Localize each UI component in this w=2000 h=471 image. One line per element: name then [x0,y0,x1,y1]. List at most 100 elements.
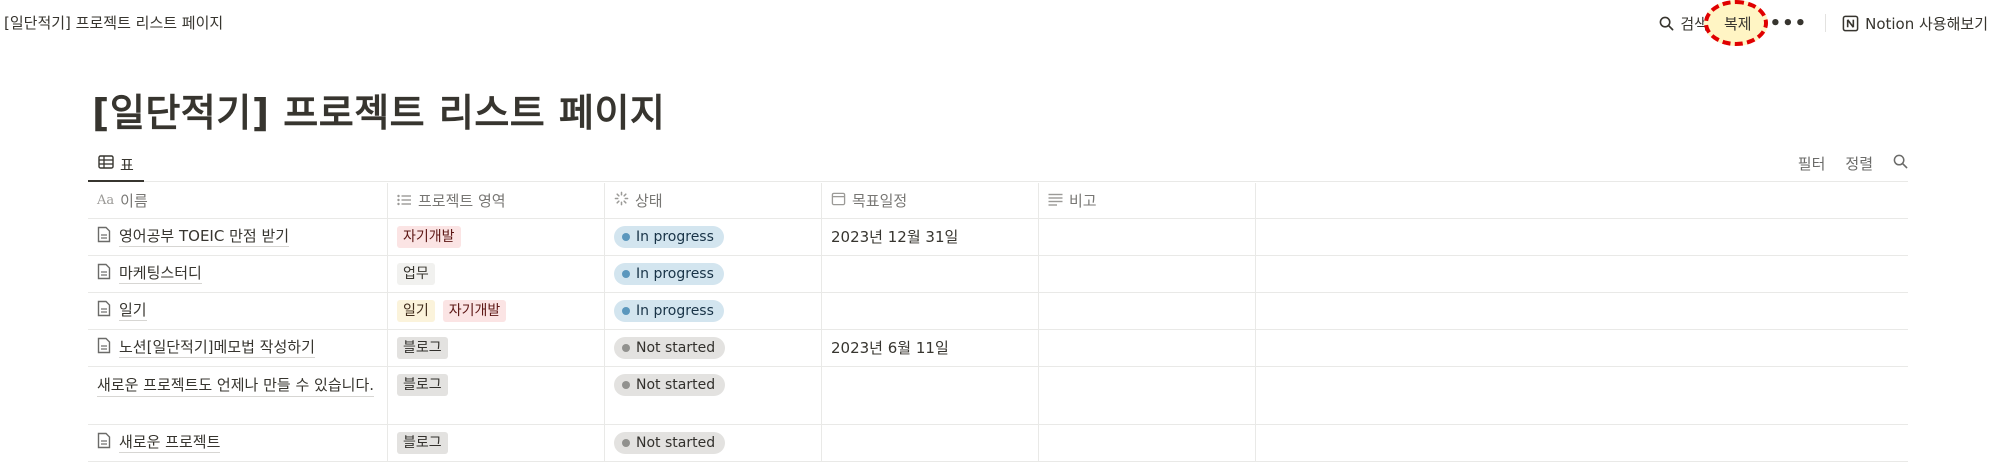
tag-blog: 블로그 [397,337,448,359]
cell-area[interactable]: 일기 자기개발 [388,293,605,329]
status-dot [622,344,630,352]
cell-date[interactable] [822,367,1039,424]
cell-date[interactable] [822,293,1039,329]
cell-name[interactable]: 새로운 프로젝트도 언제나 만들 수 있습니다. [88,367,388,424]
cell-status[interactable]: Not started [605,330,822,366]
tag-self-dev: 자기개발 [442,300,507,322]
cell-name[interactable]: 영어공부 TOEIC 만점 받기 [88,219,388,255]
cell-name[interactable]: 새로운 프로젝트 [88,425,388,461]
cell-status[interactable]: In progress [605,293,822,329]
table-row[interactable]: 새로운 프로젝트 블로그 Not started [88,425,1908,462]
cell-date[interactable]: 2023년 6월 11일 [822,330,1039,366]
cell-note[interactable] [1039,330,1256,366]
table-header: Aa 이름 프로젝트 영역 상태 목표일정 비고 [88,183,1908,219]
status-property-icon [614,191,629,210]
cell-date[interactable]: 2023년 12월 31일 [822,219,1039,255]
status-text: Not started [636,340,716,356]
status-text: In progress [636,266,714,282]
breadcrumb[interactable]: [일단적기] 프로젝트 리스트 페이지 [4,12,223,33]
page-icon [97,300,111,321]
status-badge: In progress [614,300,724,322]
column-header-note[interactable]: 비고 [1039,183,1256,218]
column-header-name[interactable]: Aa 이름 [88,183,388,218]
table-row[interactable]: 마케팅스터디 업무 In progress [88,256,1908,293]
tag-diary: 일기 [397,300,435,322]
notion-logo-icon [1842,15,1859,32]
cell-empty [1256,330,1908,366]
cell-area[interactable]: 블로그 [388,425,605,461]
status-dot [622,381,630,389]
tag-blog: 블로그 [397,432,448,454]
try-notion-button[interactable]: Notion 사용해보기 [1836,11,1994,36]
duplicate-button[interactable]: 복제 [1703,0,1768,46]
column-header-area[interactable]: 프로젝트 영역 [388,183,605,218]
cell-note[interactable] [1039,367,1256,424]
duplicate-label: 복제 [1723,14,1752,33]
cell-area[interactable]: 자기개발 [388,219,605,255]
tab-table-view[interactable]: 표 [88,148,144,182]
table-row[interactable]: 영어공부 TOEIC 만점 받기 자기개발 In progress 2023년 … [88,219,1908,256]
table-row[interactable]: 노션[일단적기]메모법 작성하기 블로그 Not started 2023년 6… [88,330,1908,367]
row-name: 노션[일단적기]메모법 작성하기 [119,338,315,358]
table-row[interactable]: 일기 일기 자기개발 In progress [88,293,1908,330]
cell-note[interactable] [1039,425,1256,461]
tab-table-label: 표 [120,155,134,174]
cell-empty [1256,367,1908,424]
calendar-icon [831,191,846,210]
status-badge: Not started [614,337,726,359]
column-label: 목표일정 [852,192,908,210]
status-text: Not started [636,435,716,451]
top-actions: 검색 복제 ••• Notion 사용해보기 [1653,0,1994,46]
text-lines-icon [1048,192,1063,210]
table-row[interactable]: 새로운 프로젝트도 언제나 만들 수 있습니다. 블로그 Not started [88,367,1908,425]
cell-area[interactable]: 업무 [388,256,605,292]
tag-self-dev: 자기개발 [397,226,461,248]
row-name: 새로운 프로젝트도 언제나 만들 수 있습니다. [97,374,375,397]
status-dot [622,307,630,315]
column-header-status[interactable]: 상태 [605,183,822,218]
page-icon [97,432,111,453]
cell-note[interactable] [1039,293,1256,329]
project-table: Aa 이름 프로젝트 영역 상태 목표일정 비고 영어공부 TOEIC 만점 받… [88,183,1908,462]
cell-date[interactable] [822,256,1039,292]
status-dot [622,439,630,447]
column-label: 비고 [1069,192,1097,210]
cell-date[interactable] [822,425,1039,461]
cell-status[interactable]: In progress [605,256,822,292]
column-label: 프로젝트 영역 [418,192,506,210]
cell-status[interactable]: Not started [605,367,822,424]
column-header-date[interactable]: 목표일정 [822,183,1039,218]
row-name: 영어공부 TOEIC 만점 받기 [119,227,290,247]
status-badge: Not started [614,374,726,396]
cell-status[interactable]: Not started [605,425,822,461]
multi-select-icon [397,192,412,210]
database-view-bar: 표 필터 정렬 [88,144,1908,182]
cell-area[interactable]: 블로그 [388,330,605,366]
table-search-button[interactable] [1893,154,1908,173]
sort-button[interactable]: 정렬 [1845,153,1873,174]
cell-name[interactable]: 노션[일단적기]메모법 작성하기 [88,330,388,366]
status-text: In progress [636,229,714,245]
date-value: 2023년 6월 11일 [831,339,949,357]
cell-name[interactable]: 일기 [88,293,388,329]
cell-note[interactable] [1039,219,1256,255]
tag-blog: 블로그 [397,374,448,396]
cell-status[interactable]: In progress [605,219,822,255]
more-icon: ••• [1769,12,1808,34]
cell-name[interactable]: 마케팅스터디 [88,256,388,292]
status-text: Not started [636,377,716,393]
cell-empty [1256,293,1908,329]
status-text: In progress [636,303,714,319]
row-name: 마케팅스터디 [119,264,202,284]
text-property-icon: Aa [97,193,115,208]
row-name: 일기 [119,301,147,321]
row-name: 새로운 프로젝트 [119,433,221,453]
cell-note[interactable] [1039,256,1256,292]
cell-area[interactable]: 블로그 [388,367,605,424]
page-icon [97,226,111,247]
more-options-button[interactable]: ••• [1762,13,1816,34]
filter-button[interactable]: 필터 [1798,153,1826,174]
status-badge: In progress [614,263,724,285]
page-title: [일단적기] 프로젝트 리스트 페이지 [92,91,666,135]
topbar: [일단적기] 프로젝트 리스트 페이지 검색 복제 ••• Notion 사용해… [0,0,2000,46]
